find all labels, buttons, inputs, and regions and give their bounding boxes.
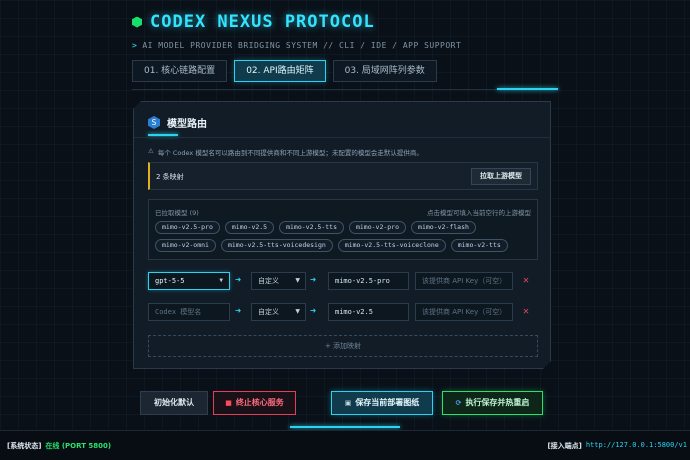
model-chip[interactable]: mimo-v2.5 <box>225 221 274 234</box>
add-mapping-button[interactable]: + 添加映射 <box>148 335 538 357</box>
fetched-models-hint: 点击模型可填入当前空行的上游模型 <box>427 209 531 217</box>
pull-upstream-models-button[interactable]: 拉取上游模型 <box>471 168 531 185</box>
prompt-arrow-icon: > <box>132 41 138 50</box>
fetched-models-label: 已拉取模型 (9) <box>155 209 199 217</box>
tab-api-routing[interactable]: 02. API路由矩阵 <box>234 60 326 82</box>
mapping-row: gpt-5-5 ▼ ➜ 自定义 ▼ ➜ mimo-v2.5-pro 该提供商 A… <box>148 272 540 290</box>
warning-icon: ⚠ <box>148 147 154 155</box>
model-chip[interactable]: mimo-v2.5-tts <box>279 221 344 234</box>
model-chip[interactable]: mimo-v2.5-tts-voicedesign <box>221 239 333 252</box>
tab-lan-array[interactable]: 03. 局域网阵列参数 <box>332 60 437 82</box>
app-title: CODEX NEXUS PROTOCOL <box>150 12 375 32</box>
run-label: 执行保存并热重启 <box>465 398 530 407</box>
model-chip[interactable]: mimo-v2.5-tts-voiceclone <box>338 239 446 252</box>
upstream-model-input[interactable]: mimo-v2.5-pro <box>328 272 409 290</box>
provider-mode-select[interactable]: 自定义 ▼ <box>251 272 306 290</box>
app-subtitle: > AI MODEL PROVIDER BRIDGING SYSTEM // C… <box>132 41 461 50</box>
model-chip[interactable]: mimo-v2-omni <box>155 239 216 252</box>
init-default-button[interactable]: 初始化默认 <box>140 391 208 415</box>
routing-notice-text: 每个 Codex 模型名可以路由到不同提供商和不同上游模型；未配置的模型会走默认… <box>157 149 423 157</box>
endpoint-url[interactable]: http://127.0.0.1:5800/v1 <box>586 441 687 451</box>
codex-model-input[interactable]: Codex 模型名 <box>148 303 230 321</box>
save-icon: ▣ <box>344 399 352 407</box>
tab-divider-accent <box>497 88 558 90</box>
stop-icon: ■ <box>225 399 232 407</box>
panel-divider <box>134 137 550 138</box>
subtitle-text: AI MODEL PROVIDER BRIDGING SYSTEM // CLI… <box>142 41 462 50</box>
shield-icon-glyph: S <box>151 117 157 127</box>
endpoint-status: [接入端点] http://127.0.0.1:5800/v1 <box>547 441 687 451</box>
app-header: CODEX NEXUS PROTOCOL > AI MODEL PROVIDER… <box>132 12 461 50</box>
system-status-label: [系统状态] <box>7 442 42 450</box>
footer-accent-line <box>290 426 400 428</box>
arrow-right-icon: ➜ <box>310 306 317 317</box>
fetched-models-box: 已拉取模型 (9) 点击模型可填入当前空行的上游模型 mimo-v2.5-pro… <box>148 199 538 260</box>
panel-title-underline <box>148 134 178 136</box>
save-and-restart-button[interactable]: ⟳ 执行保存并热重启 <box>442 391 543 415</box>
chevron-down-icon: ▼ <box>219 277 223 284</box>
model-chip[interactable]: mimo-v2.5-pro <box>155 221 220 234</box>
endpoint-label: [接入端点] <box>547 442 582 450</box>
chevron-down-icon: ▼ <box>295 277 300 284</box>
refresh-icon: ⟳ <box>455 399 462 407</box>
provider-mode-value: 自定义 <box>258 308 279 316</box>
codex-model-value: gpt-5-5 <box>155 277 185 285</box>
routing-notice: ⚠ 每个 Codex 模型名可以路由到不同提供商和不同上游模型；未配置的模型会走… <box>148 147 423 157</box>
stop-core-service-button[interactable]: ■ 终止核心服务 <box>213 391 296 415</box>
delete-mapping-icon[interactable]: ✕ <box>523 304 529 320</box>
mapping-count: 2 条映射 <box>156 173 184 181</box>
api-key-input[interactable]: 该提供商 API Key（可空） <box>415 272 513 290</box>
tab-core-link[interactable]: 01. 核心链路配置 <box>132 60 228 82</box>
model-chip-list: mimo-v2.5-pro mimo-v2.5 mimo-v2.5-tts mi… <box>155 221 533 252</box>
system-status-value: 在线 (PORT 5800) <box>45 442 112 450</box>
model-chip[interactable]: mimo-v2-flash <box>411 221 476 234</box>
tab-divider <box>132 89 558 90</box>
model-routing-panel: S 模型路由 ⚠ 每个 Codex 模型名可以路由到不同提供商和不同上游模型；未… <box>133 101 551 369</box>
delete-mapping-icon[interactable]: ✕ <box>523 273 529 289</box>
arrow-right-icon: ➜ <box>235 306 242 317</box>
panel-header: S 模型路由 <box>148 115 207 130</box>
panel-title: 模型路由 <box>167 119 207 130</box>
provider-mode-value: 自定义 <box>258 277 279 285</box>
provider-mode-select[interactable]: 自定义 ▼ <box>251 303 306 321</box>
arrow-right-icon: ➜ <box>310 275 317 286</box>
save-deployment-button[interactable]: ▣ 保存当前部署图纸 <box>331 391 433 415</box>
tab-bar: 01. 核心链路配置 02. API路由矩阵 03. 局域网阵列参数 <box>132 60 437 82</box>
model-chip[interactable]: mimo-v2-pro <box>349 221 406 234</box>
arrow-right-icon: ➜ <box>235 275 242 286</box>
shield-icon: S <box>148 116 160 129</box>
system-status: [系统状态] 在线 (PORT 5800) <box>7 441 111 451</box>
api-key-input[interactable]: 该提供商 API Key（可空） <box>415 303 513 321</box>
stop-label: 终止核心服务 <box>235 398 284 407</box>
chevron-down-icon: ▼ <box>295 308 300 315</box>
status-bar: [系统状态] 在线 (PORT 5800) [接入端点] http://127.… <box>0 430 690 460</box>
mapping-row: Codex 模型名 ➜ 自定义 ▼ ➜ mimo-v2.5 该提供商 API K… <box>148 303 540 321</box>
hexagon-logo-icon <box>132 16 142 28</box>
mapping-summary-bar: 2 条映射 拉取上游模型 <box>148 162 538 190</box>
title-row: CODEX NEXUS PROTOCOL <box>132 12 461 32</box>
codex-model-select[interactable]: gpt-5-5 ▼ <box>148 272 230 290</box>
upstream-model-input[interactable]: mimo-v2.5 <box>328 303 409 321</box>
save-label: 保存当前部署图纸 <box>355 398 420 407</box>
model-chip[interactable]: mimo-v2-tts <box>451 239 508 252</box>
